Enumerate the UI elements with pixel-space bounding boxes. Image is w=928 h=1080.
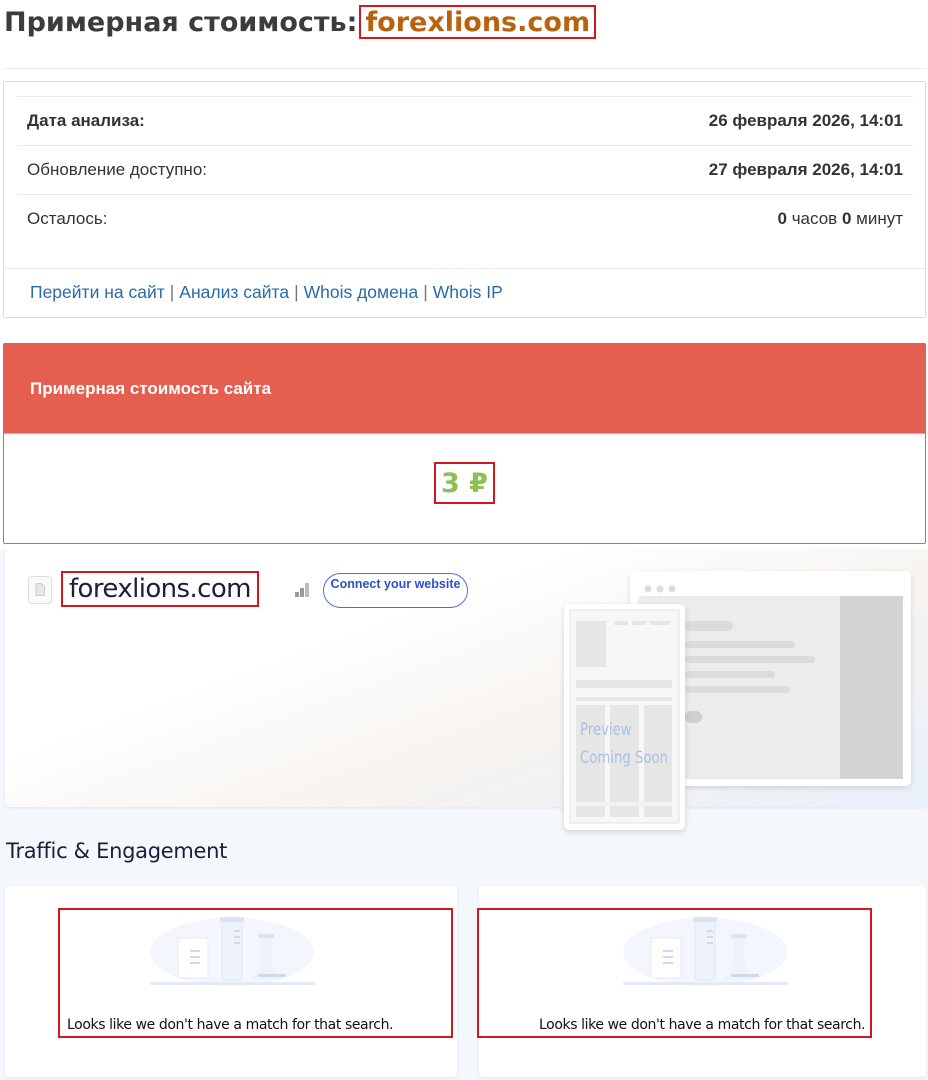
time-remaining-value: 0 часов 0 минут — [778, 209, 904, 229]
hero-domain-name: forexlions.com — [61, 571, 259, 607]
traffic-engagement-heading: Traffic & Engagement — [6, 839, 228, 863]
link-whois-domain[interactable]: Whois домена — [304, 282, 419, 302]
no-data-illustration-icon — [623, 917, 788, 986]
link-site-analysis[interactable]: Анализ сайта — [179, 282, 289, 302]
update-available-row: Обновление доступно: 27 февраля 2026, 14… — [17, 145, 913, 194]
link-separator: | — [423, 282, 428, 302]
preview-line-1: Preview — [580, 720, 632, 740]
update-available-label: Обновление доступно: — [27, 160, 208, 179]
remaining-minutes-unit: минут — [856, 209, 903, 228]
analysis-info-card: Дата анализа: 26 февраля 2026, 14:01 Обн… — [3, 81, 926, 318]
file-icon — [28, 576, 52, 604]
time-remaining-label: Осталось: — [27, 209, 108, 228]
title-divider — [4, 68, 926, 69]
no-data-panel: Looks like we don't have a match for tha… — [477, 908, 872, 1038]
similarweb-widget: forexlions.com Connect your website Prev… — [0, 549, 928, 1080]
connect-website-button[interactable]: Connect your website — [323, 573, 468, 608]
remaining-hours: 0 — [777, 209, 787, 228]
traffic-card-left: Looks like we don't have a match for tha… — [5, 886, 457, 1077]
remaining-hours-unit: часов — [791, 209, 838, 228]
site-cost-card: Примерная стоимость сайта 3 ₽ — [3, 343, 926, 544]
analysis-info-table: Дата анализа: 26 февраля 2026, 14:01 Обн… — [17, 96, 913, 243]
preview-coming-soon-text: Preview Coming Soon — [580, 716, 668, 772]
site-cost-body: 3 ₽ — [4, 433, 925, 543]
update-available-value: 27 февраля 2026, 14:01 — [708, 160, 903, 179]
analysis-date-value: 26 февраля 2026, 14:01 — [708, 111, 903, 130]
time-remaining-row: Осталось: 0 часов 0 минут — [17, 194, 913, 243]
page-title-prefix: Примерная стоимость: — [4, 6, 358, 38]
site-hero-panel: forexlions.com Connect your website Prev… — [5, 549, 928, 830]
link-separator: | — [294, 282, 299, 302]
link-whois-ip[interactable]: Whois IP — [433, 282, 503, 302]
link-separator: | — [169, 282, 175, 302]
remaining-minutes: 0 — [841, 209, 852, 228]
site-cost-header: Примерная стоимость сайта — [4, 344, 925, 433]
no-data-message: Looks like we don't have a match for tha… — [67, 1017, 394, 1033]
no-data-panel: Looks like we don't have a match for tha… — [58, 908, 453, 1038]
traffic-card-right: Looks like we don't have a match for tha… — [477, 886, 926, 1077]
links-divider — [4, 268, 925, 269]
page-title-domain: forexlions.com — [359, 5, 597, 39]
mobile-preview-placeholder: Preview Coming Soon — [564, 604, 685, 830]
site-links: Перейти на сайт | Анализ сайта | Whois домен… — [30, 282, 503, 303]
page-title: Примерная стоимость: forexlions.com — [4, 2, 597, 42]
rank-bars-icon — [295, 583, 309, 597]
analysis-date-label: Дата анализа: — [27, 111, 145, 130]
analysis-date-row: Дата анализа: 26 февраля 2026, 14:01 — [17, 96, 913, 145]
link-go-to-site[interactable]: Перейти на сайт — [30, 282, 165, 302]
no-data-illustration-icon — [150, 917, 315, 986]
site-cost-value: 3 ₽ — [434, 461, 495, 504]
preview-line-2: Coming Soon — [580, 748, 669, 768]
no-data-message: Looks like we don't have a match for tha… — [539, 1017, 866, 1033]
